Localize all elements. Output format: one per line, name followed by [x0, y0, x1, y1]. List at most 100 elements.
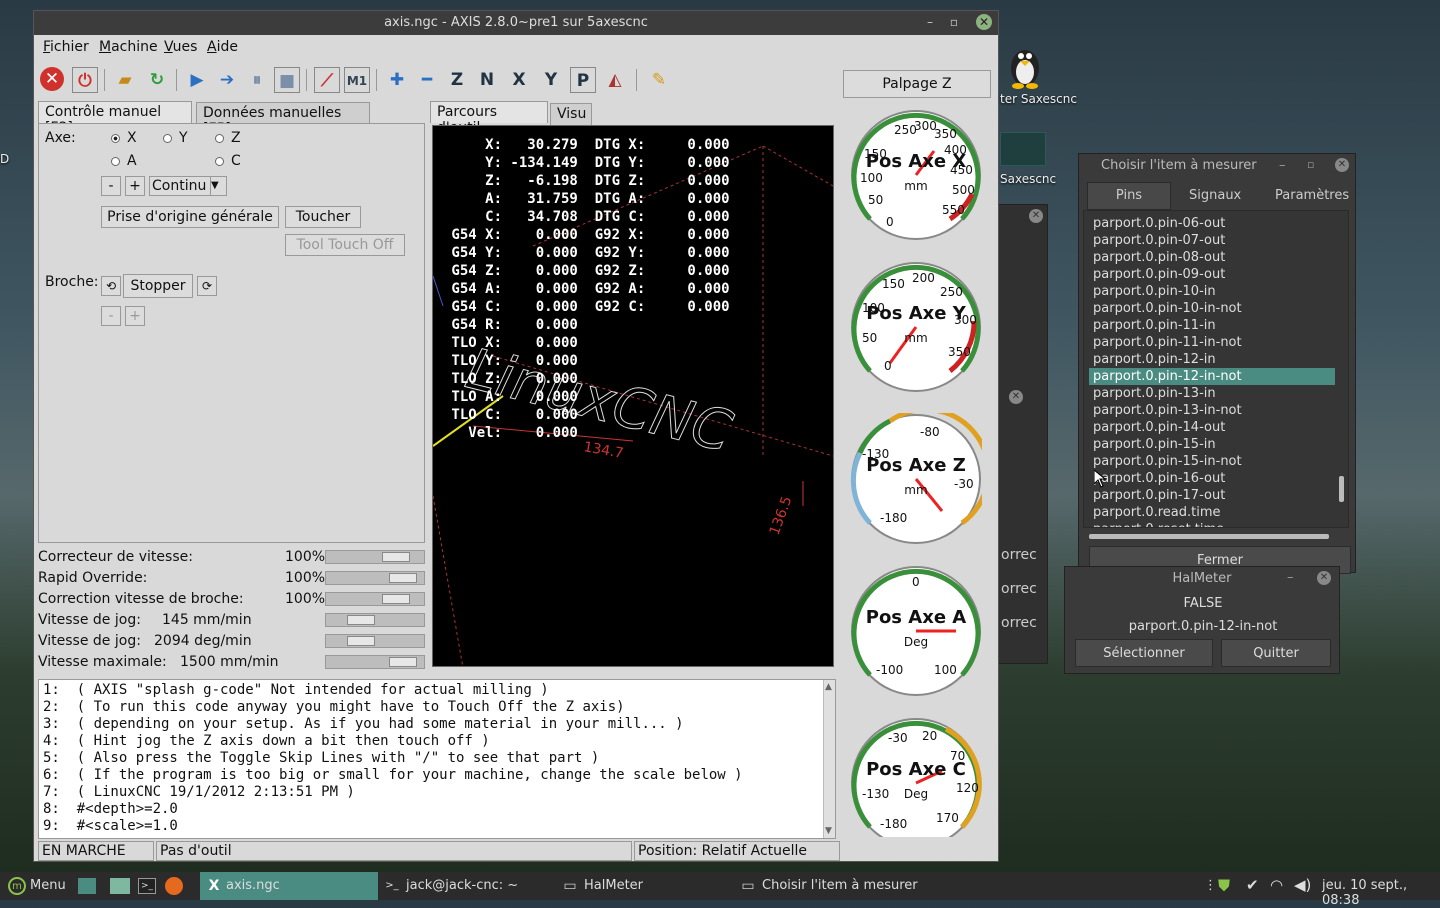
slider-knob[interactable]: [389, 573, 417, 583]
close-icon[interactable]: ✕: [1009, 390, 1023, 404]
pin-list-item[interactable]: parport.0.pin-12-in: [1089, 351, 1335, 368]
pin-list-item[interactable]: parport.0.pin-09-out: [1089, 266, 1335, 283]
pin-list-item[interactable]: parport.0.pin-15-in-not: [1089, 453, 1335, 470]
list-hscrollbar[interactable]: [1089, 534, 1329, 539]
jog-mode-select[interactable]: Continu ▼: [149, 176, 227, 196]
block-delete-icon[interactable]: ⟋: [314, 67, 340, 93]
spindle-ccw-icon[interactable]: ⟲: [101, 276, 121, 296]
tab-donnees-manuelles[interactable]: Données manuelles [F5]: [196, 102, 370, 137]
stop-icon[interactable]: ■: [274, 67, 300, 93]
axis-radio-x[interactable]: X: [111, 130, 137, 146]
task-chooser[interactable]: ▭ Choisir l'item à mesurer: [736, 872, 956, 900]
zoom-in-icon[interactable]: ✚: [384, 67, 410, 93]
close-icon[interactable]: ✕: [976, 14, 992, 30]
home-all-button[interactable]: Prise d'origine générale: [101, 206, 279, 228]
menu-machine[interactable]: Machine: [99, 39, 158, 55]
minimize-icon[interactable]: –: [922, 14, 938, 30]
slider-knob[interactable]: [347, 615, 375, 625]
view-x-icon[interactable]: X: [506, 67, 532, 93]
gcode-line[interactable]: 2: ( To run this code anyway you might h…: [43, 699, 625, 715]
run-icon[interactable]: ▶: [184, 67, 210, 93]
max-velocity-slider[interactable]: [325, 655, 425, 669]
spindle-stop-button[interactable]: Stopper: [123, 274, 193, 298]
minimize-icon[interactable]: –: [1287, 570, 1294, 585]
task-halmeter[interactable]: ▭ HalMeter: [558, 872, 734, 900]
slider-knob[interactable]: [389, 657, 417, 667]
clock[interactable]: jeu. 10 sept., 08:38: [1322, 878, 1440, 908]
folder-icon[interactable]: [1000, 132, 1046, 166]
close-icon[interactable]: ✕: [1029, 209, 1043, 223]
jog-speed-slider[interactable]: [325, 613, 425, 627]
slider-knob[interactable]: [382, 552, 410, 562]
gcode-line[interactable]: 8: #<depth>=2.0: [43, 801, 178, 817]
slider-knob[interactable]: [347, 636, 375, 646]
estop-icon[interactable]: ✕: [40, 67, 64, 91]
close-icon[interactable]: ✕: [1317, 571, 1331, 585]
update-icon[interactable]: ✔: [1246, 876, 1259, 894]
pin-list-item[interactable]: parport.0.pin-12-in-not: [1089, 368, 1335, 385]
toolpath-preview[interactable]: 134.7 136.5 LinuxCNC X: 30.279 DTG X: 0.…: [432, 125, 834, 667]
gcode-line[interactable]: 6: ( If the program is too big or small …: [43, 767, 743, 783]
pin-list-item[interactable]: parport.0.pin-15-in: [1089, 436, 1335, 453]
tool-touch-off-button[interactable]: Tool Touch Off: [285, 234, 405, 256]
slider-knob[interactable]: [382, 594, 410, 604]
gcode-line[interactable]: 9: #<scale>=1.0: [43, 818, 178, 834]
gcode-line[interactable]: 5: ( Also press the Toggle Skip Lines wi…: [43, 750, 599, 766]
pin-list-item[interactable]: parport.0.pin-11-in-not: [1089, 334, 1335, 351]
spindle-cw-icon[interactable]: ⟳: [197, 276, 217, 296]
axis-radio-c[interactable]: C: [215, 153, 241, 169]
jog-minus-button[interactable]: -: [101, 176, 121, 196]
pin-list-item[interactable]: parport.0.pin-11-in: [1089, 317, 1335, 334]
view-z-icon[interactable]: Z: [444, 67, 470, 93]
scroll-up-icon[interactable]: ▲: [825, 682, 832, 692]
open-folder-icon[interactable]: ▰: [112, 67, 138, 93]
gcode-line[interactable]: 7: ( LinuxCNC 19/1/2012 2:13:51 PM ): [43, 784, 355, 800]
rotate-icon[interactable]: ◭: [602, 67, 628, 93]
axis-radio-y[interactable]: Y: [163, 130, 188, 146]
tab-controle-manuel[interactable]: Contrôle manuel [F3]: [38, 101, 192, 136]
pause-icon[interactable]: ⏸: [244, 67, 270, 93]
tab-parametres[interactable]: Paramètres: [1275, 188, 1349, 203]
pin-list-item[interactable]: parport.0.pin-13-in-not: [1089, 402, 1335, 419]
angular-jog-speed-slider[interactable]: [325, 634, 425, 648]
gcode-line[interactable]: 3: ( depending on your setup. As if you …: [43, 716, 684, 732]
touch-off-button[interactable]: Toucher: [285, 206, 361, 228]
pin-list-item[interactable]: parport.0.pin-07-out: [1089, 232, 1335, 249]
task-axis[interactable]: X axis.ngc: [200, 872, 378, 900]
maximize-icon[interactable]: ▫: [946, 14, 962, 30]
pin-list-item[interactable]: parport.0.pin-13-in: [1089, 385, 1335, 402]
axis-radio-z[interactable]: Z: [215, 130, 241, 146]
minimize-icon[interactable]: –: [1279, 158, 1286, 173]
shield-icon[interactable]: ⛊: [1218, 876, 1230, 896]
pin-list-item[interactable]: parport.0.pin-10-in-not: [1089, 300, 1335, 317]
palpage-z-button[interactable]: Palpage Z: [843, 70, 991, 98]
clear-plot-icon[interactable]: ✎: [646, 67, 672, 93]
pin-list-item[interactable]: parport.0.read.time: [1089, 504, 1335, 521]
axis-radio-a[interactable]: A: [111, 153, 137, 169]
pin-list[interactable]: parport.0.pin-06-out parport.0.pin-07-out…: [1083, 210, 1349, 528]
gcode-viewer[interactable]: 1: ( AXIS "splash g-code" Not intended f…: [38, 679, 836, 839]
volume-icon[interactable]: ◀): [1294, 876, 1311, 894]
pin-list-item[interactable]: parport.0.pin-14-out: [1089, 419, 1335, 436]
pin-list-item[interactable]: parport.0.pin-08-out: [1089, 249, 1335, 266]
maximize-icon[interactable]: ▫: [1307, 158, 1314, 171]
menu-aide[interactable]: Aide: [207, 39, 238, 55]
scroll-down-icon[interactable]: ▼: [825, 826, 832, 836]
tab-pins[interactable]: Pins: [1087, 182, 1171, 210]
pin-list-item[interactable]: parport.0.reset.time: [1089, 521, 1335, 527]
menu-fichier[interactable]: Fichier: [43, 39, 89, 55]
wifi-icon[interactable]: ◠: [1270, 876, 1283, 894]
files-icon[interactable]: [110, 878, 130, 894]
gcode-scrollbar[interactable]: ▲ ▼: [823, 680, 835, 838]
spindle-slower-button[interactable]: -: [101, 306, 121, 326]
view-z2-icon[interactable]: N: [474, 67, 500, 93]
view-p-icon[interactable]: P: [570, 67, 596, 93]
spindle-override-slider[interactable]: [325, 592, 425, 606]
show-desktop-icon[interactable]: [78, 878, 96, 894]
view-y-icon[interactable]: Y: [538, 67, 564, 93]
step-icon[interactable]: ➔: [214, 67, 240, 93]
list-scrollbar[interactable]: [1339, 476, 1344, 502]
quitter-button[interactable]: Quitter: [1221, 639, 1331, 667]
close-icon[interactable]: ✕: [1335, 158, 1349, 172]
optional-stop-icon[interactable]: M1: [344, 67, 370, 93]
